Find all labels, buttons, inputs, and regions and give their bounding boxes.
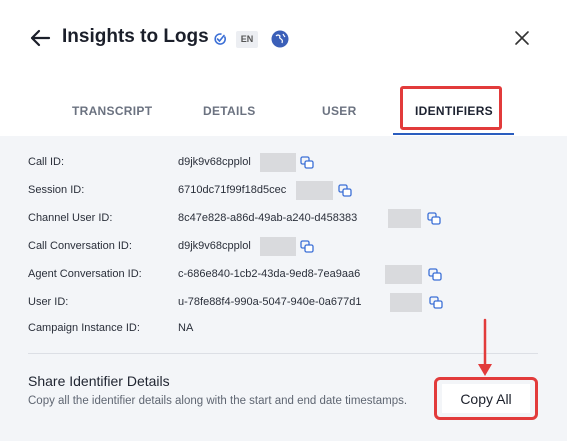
language-badge: EN	[236, 31, 258, 48]
back-arrow-icon[interactable]	[28, 26, 52, 50]
redaction-block	[385, 265, 422, 284]
copy-all-button[interactable]: Copy All	[442, 384, 530, 413]
tab-highlight-box	[400, 86, 502, 130]
user-id-value: u-78fe88f4-990a-5047-940e-0a677d1	[178, 296, 362, 308]
redaction-block	[388, 209, 421, 228]
session-id-value: 6710dc71f99f18d5cec	[178, 184, 287, 196]
tab-user[interactable]: USER	[322, 104, 357, 118]
agent-conversation-id-label: Agent Conversation ID:	[28, 268, 142, 280]
annotation-arrow	[478, 318, 492, 376]
redaction-block	[260, 153, 296, 172]
copy-icon[interactable]	[427, 212, 441, 225]
channel-user-id-value: 8c47e828-a86d-49ab-a240-d458383	[178, 212, 358, 224]
copy-icon[interactable]	[300, 240, 314, 253]
agent-conversation-id-value: c-686e840-1cb2-43da-9ed8-7ea9aa6	[178, 268, 361, 280]
call-id-label: Call ID:	[28, 156, 65, 168]
globe-icon	[271, 30, 289, 48]
channel-user-id-label: Channel User ID:	[28, 212, 113, 224]
session-id-label: Session ID:	[28, 184, 85, 196]
check-badge-icon	[214, 33, 226, 45]
redaction-block	[260, 237, 296, 256]
call-conversation-id-value: d9jk9v68cpplol	[178, 240, 251, 252]
dialog-header: Insights to Logs EN	[0, 0, 567, 76]
tab-details[interactable]: DETAILS	[203, 104, 256, 118]
copy-icon[interactable]	[428, 268, 442, 281]
active-tab-indicator	[393, 133, 514, 135]
campaign-instance-id-label: Campaign Instance ID:	[28, 322, 140, 334]
call-id-value: d9jk9v68cpplol	[178, 156, 251, 168]
redaction-block	[296, 181, 333, 200]
divider	[28, 353, 538, 354]
copy-icon[interactable]	[429, 296, 443, 309]
copy-icon[interactable]	[338, 184, 352, 197]
close-icon[interactable]	[513, 29, 531, 47]
call-conversation-id-label: Call Conversation ID:	[28, 240, 132, 252]
campaign-instance-id-value: NA	[178, 322, 194, 334]
user-id-label: User ID:	[28, 296, 69, 308]
copy-icon[interactable]	[300, 156, 314, 169]
page-title: Insights to Logs	[62, 26, 209, 47]
redaction-block	[390, 293, 422, 312]
share-section-description: Copy all the identifier details along wi…	[28, 395, 408, 407]
tab-transcript[interactable]: TRANSCRIPT	[72, 104, 152, 118]
share-section-title: Share Identifier Details	[28, 373, 170, 389]
